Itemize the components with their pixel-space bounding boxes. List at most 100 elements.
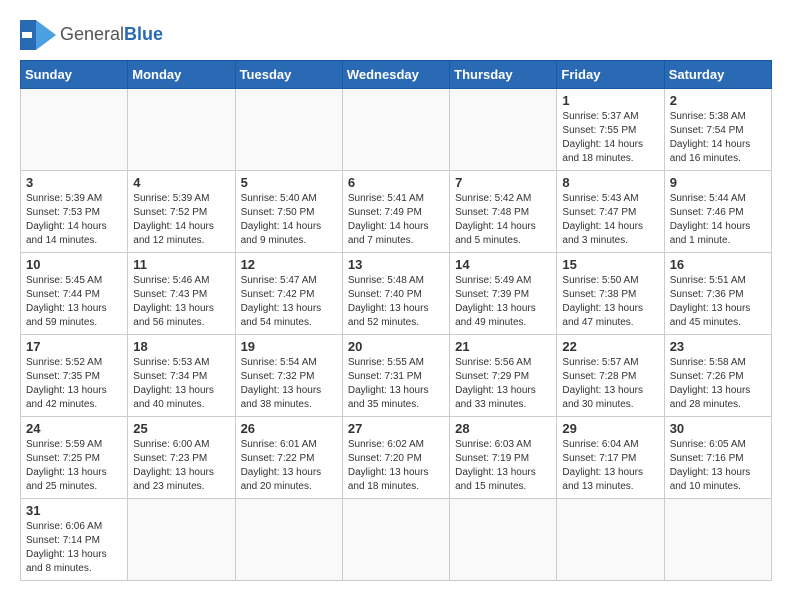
week-row-5: 31 Sunrise: 6:06 AM Sunset: 7:14 PM Dayli… — [21, 499, 772, 581]
day-cell — [664, 499, 771, 581]
day-cell: 30Sunrise: 6:05 AM Sunset: 7:16 PM Dayli… — [664, 417, 771, 499]
day-info: Sunrise: 6:04 AM Sunset: 7:17 PM Dayligh… — [562, 438, 658, 494]
weekday-header-tuesday: Tuesday — [235, 61, 342, 89]
day-number: 15 — [562, 257, 658, 272]
day-info: Sunrise: 5:48 AM Sunset: 7:40 PM Dayligh… — [348, 274, 444, 330]
day-info: Sunrise: 6:02 AM Sunset: 7:20 PM Dayligh… — [348, 438, 444, 494]
day-number: 30 — [670, 421, 766, 436]
day-number: 2 — [670, 93, 766, 108]
day-info: Sunrise: 5:39 AM Sunset: 7:53 PM Dayligh… — [26, 192, 122, 248]
day-cell — [450, 499, 557, 581]
day-cell: 1Sunrise: 5:37 AM Sunset: 7:55 PM Daylig… — [557, 89, 664, 171]
day-number: 7 — [455, 175, 551, 190]
day-number: 20 — [348, 339, 444, 354]
day-number: 5 — [241, 175, 337, 190]
day-number: 14 — [455, 257, 551, 272]
day-cell — [342, 499, 449, 581]
day-number: 4 — [133, 175, 229, 190]
day-number: 8 — [562, 175, 658, 190]
day-cell — [235, 89, 342, 171]
day-cell: 25Sunrise: 6:00 AM Sunset: 7:23 PM Dayli… — [128, 417, 235, 499]
day-info: Sunrise: 5:55 AM Sunset: 7:31 PM Dayligh… — [348, 356, 444, 412]
day-number: 23 — [670, 339, 766, 354]
day-info: Sunrise: 5:57 AM Sunset: 7:28 PM Dayligh… — [562, 356, 658, 412]
day-info: Sunrise: 5:51 AM Sunset: 7:36 PM Dayligh… — [670, 274, 766, 330]
week-row-3: 17Sunrise: 5:52 AM Sunset: 7:35 PM Dayli… — [21, 335, 772, 417]
day-number: 12 — [241, 257, 337, 272]
day-cell: 11 Sunrise: 5:46 AM Sunset: 7:43 PM Dayli… — [128, 253, 235, 335]
logo-text: GeneralBlue — [60, 25, 163, 45]
day-number: 24 — [26, 421, 122, 436]
day-number: 27 — [348, 421, 444, 436]
day-number: 19 — [241, 339, 337, 354]
logo-icon — [20, 20, 56, 50]
day-cell: 22 Sunrise: 5:57 AM Sunset: 7:28 PM Dayli… — [557, 335, 664, 417]
day-cell: 4 Sunrise: 5:39 AM Sunset: 7:52 PM Daylig… — [128, 171, 235, 253]
day-number: 22 — [562, 339, 658, 354]
day-info: Sunrise: 5:49 AM Sunset: 7:39 PM Dayligh… — [455, 274, 551, 330]
day-cell: 8 Sunrise: 5:43 AM Sunset: 7:47 PM Daylig… — [557, 171, 664, 253]
day-info: Sunrise: 5:59 AM Sunset: 7:25 PM Dayligh… — [26, 438, 122, 494]
day-cell: 21Sunrise: 5:56 AM Sunset: 7:29 PM Dayli… — [450, 335, 557, 417]
day-info: Sunrise: 5:54 AM Sunset: 7:32 PM Dayligh… — [241, 356, 337, 412]
day-cell: 15 Sunrise: 5:50 AM Sunset: 7:38 PM Dayli… — [557, 253, 664, 335]
weekday-header-saturday: Saturday — [664, 61, 771, 89]
day-info: Sunrise: 5:47 AM Sunset: 7:42 PM Dayligh… — [241, 274, 337, 330]
day-cell: 6Sunrise: 5:41 AM Sunset: 7:49 PM Daylig… — [342, 171, 449, 253]
day-cell: 27 Sunrise: 6:02 AM Sunset: 7:20 PM Dayli… — [342, 417, 449, 499]
day-info: Sunrise: 5:40 AM Sunset: 7:50 PM Dayligh… — [241, 192, 337, 248]
day-info: Sunrise: 5:43 AM Sunset: 7:47 PM Dayligh… — [562, 192, 658, 248]
day-number: 28 — [455, 421, 551, 436]
weekday-header-thursday: Thursday — [450, 61, 557, 89]
day-cell — [235, 499, 342, 581]
header: GeneralBlue — [20, 20, 772, 50]
day-info: Sunrise: 5:46 AM Sunset: 7:43 PM Dayligh… — [133, 274, 229, 330]
day-info: Sunrise: 5:39 AM Sunset: 7:52 PM Dayligh… — [133, 192, 229, 248]
day-cell: 7 Sunrise: 5:42 AM Sunset: 7:48 PM Daylig… — [450, 171, 557, 253]
weekday-header-sunday: Sunday — [21, 61, 128, 89]
day-cell: 13 Sunrise: 5:48 AM Sunset: 7:40 PM Dayli… — [342, 253, 449, 335]
day-number: 17 — [26, 339, 122, 354]
day-number: 26 — [241, 421, 337, 436]
day-number: 25 — [133, 421, 229, 436]
day-number: 31 — [26, 503, 122, 518]
day-cell: 10Sunrise: 5:45 AM Sunset: 7:44 PM Dayli… — [21, 253, 128, 335]
day-info: Sunrise: 5:50 AM Sunset: 7:38 PM Dayligh… — [562, 274, 658, 330]
day-info: Sunrise: 6:06 AM Sunset: 7:14 PM Dayligh… — [26, 520, 122, 576]
day-info: Sunrise: 5:56 AM Sunset: 7:29 PM Dayligh… — [455, 356, 551, 412]
day-number: 6 — [348, 175, 444, 190]
weekday-header-wednesday: Wednesday — [342, 61, 449, 89]
day-info: Sunrise: 5:42 AM Sunset: 7:48 PM Dayligh… — [455, 192, 551, 248]
day-cell — [128, 499, 235, 581]
day-cell: 14 Sunrise: 5:49 AM Sunset: 7:39 PM Dayli… — [450, 253, 557, 335]
calendar: SundayMondayTuesdayWednesdayThursdayFrid… — [20, 60, 772, 581]
week-row-1: 3Sunrise: 5:39 AM Sunset: 7:53 PM Daylig… — [21, 171, 772, 253]
logo: GeneralBlue — [20, 20, 163, 50]
week-row-2: 10Sunrise: 5:45 AM Sunset: 7:44 PM Dayli… — [21, 253, 772, 335]
day-cell: 20 Sunrise: 5:55 AM Sunset: 7:31 PM Dayli… — [342, 335, 449, 417]
day-number: 29 — [562, 421, 658, 436]
day-cell: 9Sunrise: 5:44 AM Sunset: 7:46 PM Daylig… — [664, 171, 771, 253]
day-cell: 31 Sunrise: 6:06 AM Sunset: 7:14 PM Dayli… — [21, 499, 128, 581]
day-info: Sunrise: 5:37 AM Sunset: 7:55 PM Dayligh… — [562, 110, 658, 166]
day-cell: 16Sunrise: 5:51 AM Sunset: 7:36 PM Dayli… — [664, 253, 771, 335]
day-cell: 23Sunrise: 5:58 AM Sunset: 7:26 PM Dayli… — [664, 335, 771, 417]
day-cell: 5 Sunrise: 5:40 AM Sunset: 7:50 PM Daylig… — [235, 171, 342, 253]
day-cell — [21, 89, 128, 171]
weekday-header-friday: Friday — [557, 61, 664, 89]
day-number: 9 — [670, 175, 766, 190]
day-cell: 19 Sunrise: 5:54 AM Sunset: 7:32 PM Dayli… — [235, 335, 342, 417]
weekday-header-row: SundayMondayTuesdayWednesdayThursdayFrid… — [21, 61, 772, 89]
day-cell: 3Sunrise: 5:39 AM Sunset: 7:53 PM Daylig… — [21, 171, 128, 253]
week-row-0: 1Sunrise: 5:37 AM Sunset: 7:55 PM Daylig… — [21, 89, 772, 171]
day-number: 11 — [133, 257, 229, 272]
day-number: 13 — [348, 257, 444, 272]
day-cell — [128, 89, 235, 171]
week-row-4: 24 Sunrise: 5:59 AM Sunset: 7:25 PM Dayli… — [21, 417, 772, 499]
weekday-header-monday: Monday — [128, 61, 235, 89]
day-cell: 12 Sunrise: 5:47 AM Sunset: 7:42 PM Dayli… — [235, 253, 342, 335]
day-cell — [557, 499, 664, 581]
day-cell: 28Sunrise: 6:03 AM Sunset: 7:19 PM Dayli… — [450, 417, 557, 499]
day-cell: 29 Sunrise: 6:04 AM Sunset: 7:17 PM Dayli… — [557, 417, 664, 499]
day-info: Sunrise: 5:38 AM Sunset: 7:54 PM Dayligh… — [670, 110, 766, 166]
